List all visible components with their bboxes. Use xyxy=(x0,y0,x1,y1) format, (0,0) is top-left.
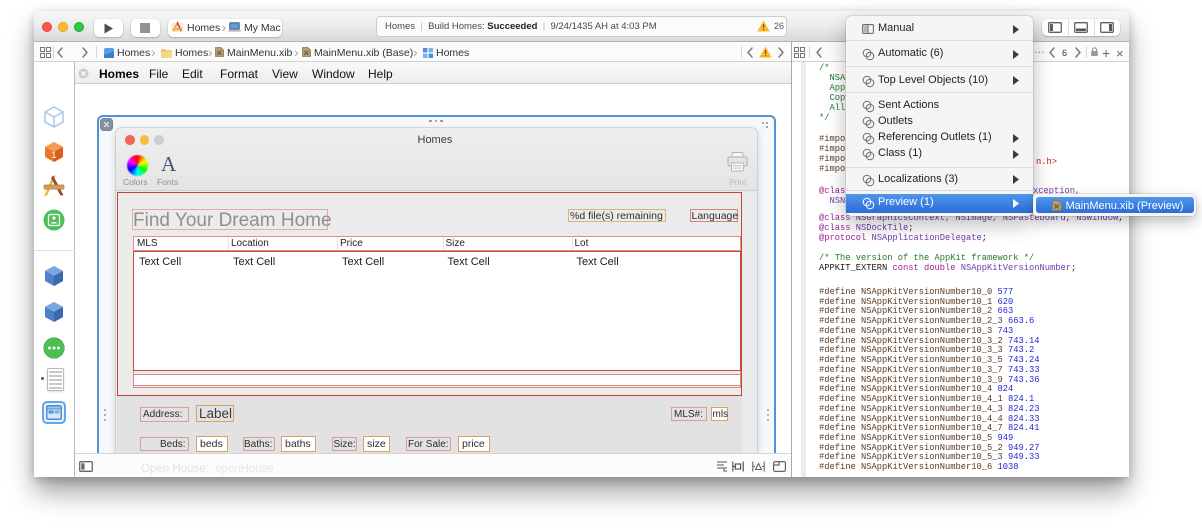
svg-text:1: 1 xyxy=(51,150,56,160)
